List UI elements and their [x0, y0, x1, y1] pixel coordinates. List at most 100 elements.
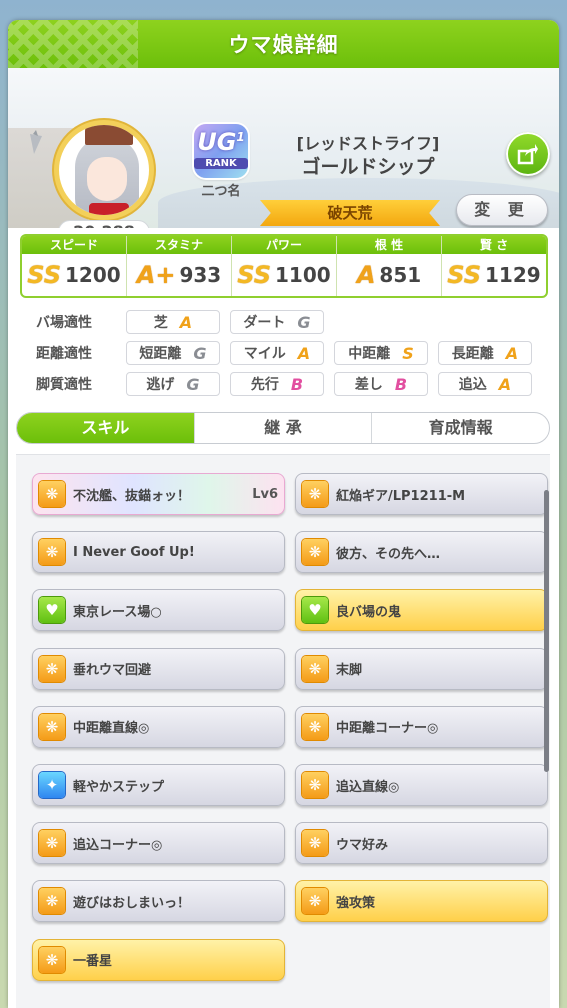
skill-item[interactable]: ❋ 紅焔ギア/LP1211-M [295, 473, 548, 515]
stat-label: 根 性 [337, 236, 441, 254]
skill-icon: ❋ [39, 946, 65, 973]
skill-item[interactable]: ❋ 垂れウマ回避 [32, 647, 285, 690]
tab-training-info[interactable]: 育成情報 [372, 413, 549, 443]
portrait-frame [54, 120, 154, 220]
skill-item[interactable]: ❋ 強攻策 [295, 880, 548, 923]
share-button[interactable] [506, 132, 550, 176]
aptitude-item: 差し B [334, 372, 428, 396]
aptitude-name: 短距離 [139, 346, 182, 362]
aptitude-grade: B [290, 374, 304, 394]
tab-inheritance[interactable]: 継 承 [195, 413, 373, 443]
skill-name: 末脚 [336, 663, 363, 679]
skill-name: 不沈艦、抜錨ォッ！ [73, 488, 191, 504]
skill-item[interactable]: ✦ 軽やかステップ [32, 764, 285, 806]
aptitude-grade: B [394, 374, 408, 394]
skill-item[interactable]: ❋ 不沈艦、抜錨ォッ！ Lv6 [32, 473, 285, 515]
distance-aptitude-row: 距離適性 短距離 G マイル A 中距離 S 長距離 A [36, 340, 542, 366]
share-icon [517, 144, 538, 165]
skill-icon: ❋ [39, 830, 65, 857]
skill-list[interactable]: ❋ 不沈艦、抜錨ォッ！ Lv6 ❋ 紅焔ギア/LP1211-M ❋ I Never Goof… [16, 454, 550, 1008]
skill-icon: ✦ [39, 772, 65, 798]
skill-icon: ❋ [302, 830, 328, 857]
character-cap [85, 125, 133, 145]
profile-area: 20,288 UG1 RANK 二つ名 [レッドストライフ] ゴールドシップ 破… [8, 68, 559, 228]
stat-body: SS 1200 [22, 254, 126, 296]
change-title-button[interactable]: 変 更 [456, 194, 548, 226]
skill-name: ウマ好み [336, 837, 389, 853]
aptitude-name: 長距離 [451, 346, 494, 362]
aptitude-grade: A [179, 312, 193, 332]
character-portrait[interactable]: 20,288 [54, 120, 154, 228]
aptitude-name: 追込 [458, 377, 487, 393]
stat-label: スタミナ [127, 236, 231, 254]
aptitude-name: 差し [354, 377, 383, 393]
skill-name: 東京レース場○ [73, 604, 162, 620]
rank-emblem: UG1 RANK [194, 124, 248, 178]
skill-icon: ♥ [39, 597, 65, 624]
character-face [87, 157, 127, 201]
stat-3: 根 性 A 851 [337, 236, 442, 296]
skill-item[interactable]: ❋ ウマ好み [295, 822, 548, 865]
skill-icon: ❋ [302, 888, 328, 915]
skill-item[interactable]: ❋ 中距離コーナー◎ [295, 705, 548, 748]
skill-name: 紅焔ギア/LP1211-M [336, 488, 466, 504]
stat-grade: A+ [136, 261, 176, 289]
tab-skills[interactable]: スキル [17, 413, 195, 443]
aptitude-item: 長距離 A [438, 341, 532, 365]
stat-value: 851 [379, 263, 422, 287]
skill-name: 彼方、その先へ… [336, 546, 441, 562]
scrollbar[interactable] [544, 490, 549, 772]
skill-item[interactable]: ❋ 一番星 [32, 938, 285, 981]
skill-item[interactable]: ❋ 中距離直線◎ [32, 705, 285, 748]
skill-icon: ❋ [302, 539, 328, 566]
title-ribbon: 破天荒 [260, 200, 440, 226]
skill-item[interactable]: ♥ 良バ場の鬼 [295, 589, 548, 632]
aptitude-grade: A [505, 343, 519, 363]
skill-icon: ❋ [39, 713, 65, 740]
aptitude-grade: A [297, 343, 311, 363]
tab-bar: スキル 継 承 育成情報 [16, 412, 550, 444]
stat-2: パワー SS 1100 [232, 236, 337, 296]
skill-icon: ❋ [39, 888, 65, 915]
rank-label: RANK [194, 158, 248, 169]
stat-label: スピード [22, 236, 126, 254]
skill-name: 中距離コーナー◎ [336, 721, 439, 737]
stat-body: A+ 933 [127, 254, 231, 296]
stat-body: SS 1100 [232, 254, 336, 296]
aptitude-grade: S [402, 343, 414, 363]
skill-name: I Never Goof Up! [73, 544, 195, 560]
aptitude-name: 逃げ [146, 377, 175, 393]
skill-icon: ❋ [302, 772, 328, 798]
nickname-label: 二つ名 [201, 184, 241, 199]
detail-panel: ウマ娘詳細 20,288 UG1 RANK 二つ名 [レッドストライフ] [8, 20, 559, 1008]
stat-body: SS 1129 [442, 254, 546, 296]
page-title: ウマ娘詳細 [228, 33, 339, 57]
skill-item[interactable]: ❋ 遊びはおしまいっ！ [32, 880, 285, 923]
skill-name: 遊びはおしまいっ！ [73, 895, 191, 911]
skill-item[interactable]: ❋ 彼方、その先へ… [295, 531, 548, 574]
rank-badge[interactable]: UG1 RANK 二つ名 [192, 124, 250, 200]
skill-item[interactable]: ❋ 末脚 [295, 647, 548, 690]
stat-body: A 851 [337, 254, 441, 296]
stat-grade: SS [237, 261, 272, 289]
stat-value: 1129 [485, 263, 541, 287]
stat-label: 賢 さ [442, 236, 546, 254]
skill-item[interactable]: ❋ 追込直線◎ [295, 764, 548, 806]
skill-item[interactable]: ❋ 追込コーナー◎ [32, 822, 285, 865]
aptitude-name: 芝 [153, 315, 168, 331]
aptitude-item: 追込 A [438, 372, 532, 396]
stat-grade: SS [447, 261, 482, 289]
stat-grade: A [356, 261, 376, 289]
skill-icon: ❋ [302, 655, 328, 682]
skill-item[interactable]: ♥ 東京レース場○ [32, 589, 285, 632]
skill-item[interactable]: ❋ I Never Goof Up! [32, 531, 285, 574]
aptitude-label: バ場適性 [36, 315, 92, 331]
aptitude-item: 芝A [126, 310, 220, 334]
aptitude-label: 距離適性 [36, 346, 92, 362]
carrot-icon [30, 130, 42, 154]
stats-panel: スピード SS 1200 スタミナ A+ 933 パワー SS 1100 根 性 A 851 賢 さ SS… [20, 234, 548, 298]
aptitude-name: 中距離 [348, 346, 391, 362]
skill-icon: ❋ [39, 655, 65, 682]
stat-4: 賢 さ SS 1129 [442, 236, 546, 296]
rank-letters: UG1 [197, 128, 245, 156]
